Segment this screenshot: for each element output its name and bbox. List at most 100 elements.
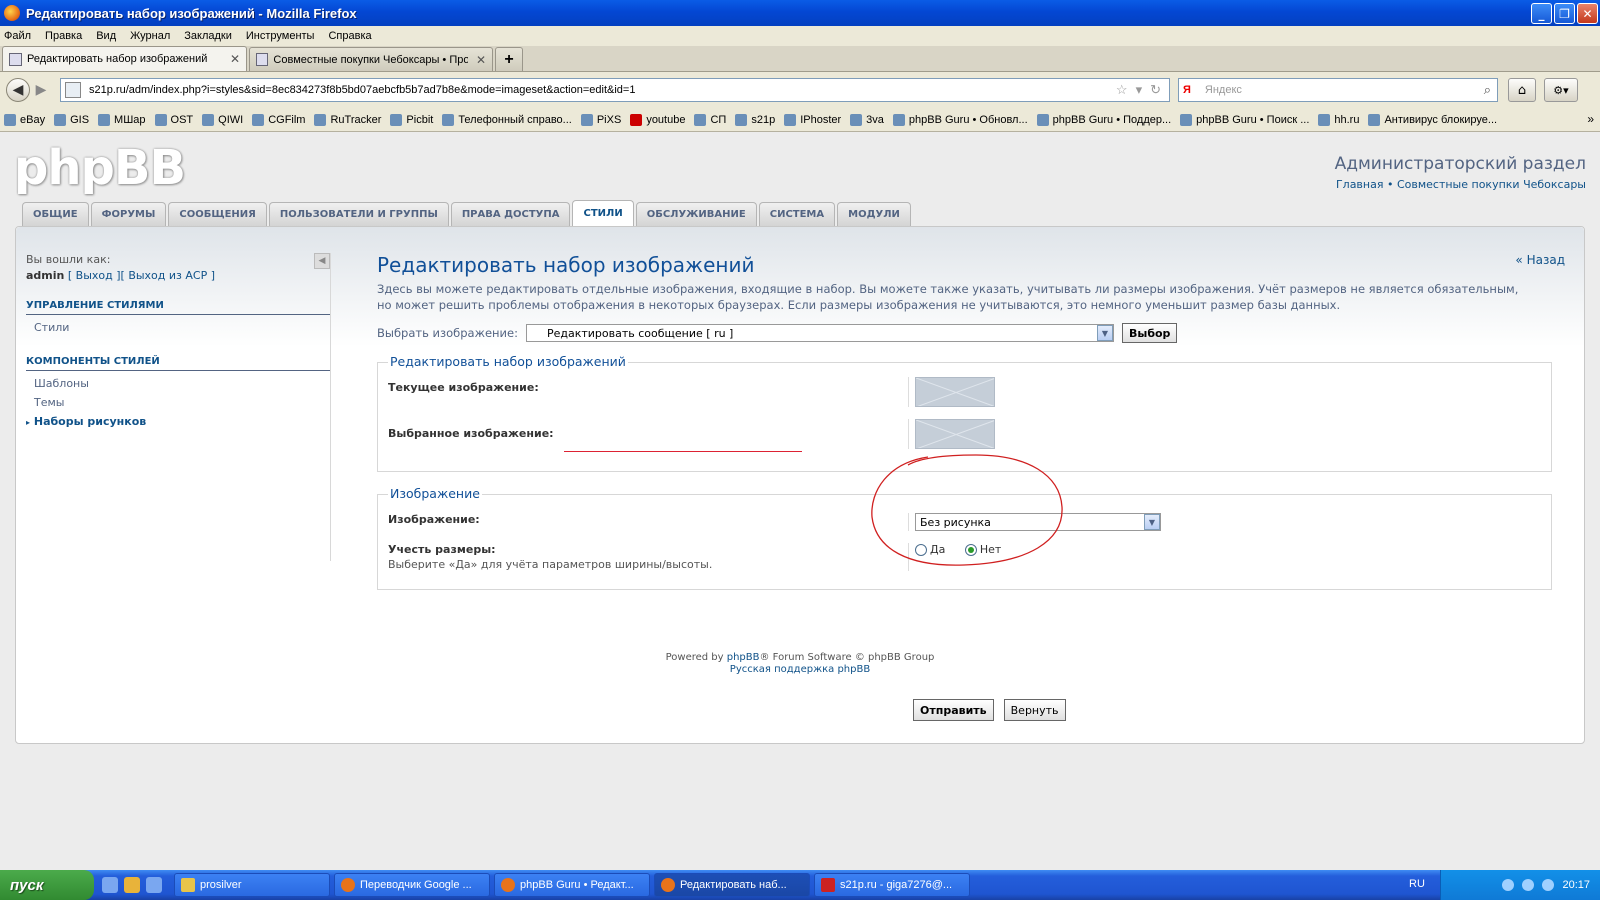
tray-icon[interactable] <box>1542 879 1555 891</box>
tab-maintenance[interactable]: Обслуживание <box>635 202 757 226</box>
submit-button[interactable]: Отправить <box>913 699 994 721</box>
address-bar[interactable]: s21p.ru/adm/index.php?i=styles&sid=8ec83… <box>60 78 1170 102</box>
forum-link[interactable]: Совместные покупки Чебоксары <box>1397 178 1586 191</box>
select-button[interactable]: Выбор <box>1121 323 1178 343</box>
menu-file[interactable]: Файл <box>4 30 31 42</box>
tab-close-icon[interactable]: ✕ <box>468 53 486 67</box>
home-link[interactable]: Главная <box>1336 178 1384 191</box>
quick-launch <box>102 877 162 893</box>
tab-users-groups[interactable]: Пользователи и группы <box>268 202 449 226</box>
back-arrow-icon[interactable]: ◀ <box>6 78 30 102</box>
collapse-sidebar-icon[interactable]: ◀ <box>314 253 330 269</box>
bookmark-item[interactable]: QIWI <box>202 113 243 126</box>
addons-icon[interactable]: ⚙▾ <box>1544 78 1578 102</box>
taskbar-item[interactable]: phpBB Guru • Редакт... <box>494 873 650 897</box>
search-input[interactable]: Яндекс <box>1205 84 1484 96</box>
minimize-button[interactable]: _ <box>1531 3 1552 24</box>
bookmark-icon <box>735 113 748 126</box>
bookmark-item[interactable]: МШар <box>98 113 146 126</box>
bookmark-icon <box>1036 113 1049 126</box>
radio-icon[interactable] <box>915 543 927 556</box>
menu-tools[interactable]: Инструменты <box>246 30 315 42</box>
tab-forums[interactable]: Форумы <box>90 202 167 226</box>
desktop-icon[interactable] <box>146 877 162 893</box>
reload-icon[interactable]: ↻ <box>1150 82 1161 98</box>
bookmark-item[interactable]: hh.ru <box>1318 113 1359 126</box>
browser-tab[interactable]: Совместные покупки Чебоксары • Про... ✕ <box>249 47 493 71</box>
radio-checked-icon[interactable] <box>964 543 977 556</box>
bookmark-item[interactable]: RuTracker <box>314 113 381 126</box>
bookmark-item[interactable]: Телефонный справо... <box>442 113 572 126</box>
bookmark-item[interactable]: 3va <box>850 113 884 126</box>
menu-edit[interactable]: Правка <box>45 30 82 42</box>
menu-view[interactable]: Вид <box>96 30 116 42</box>
url-text[interactable]: s21p.ru/adm/index.php?i=styles&sid=8ec83… <box>89 84 1116 96</box>
bookmark-item[interactable]: eBay <box>4 113 45 126</box>
image-dropdown[interactable]: Без рисунка ▼ <box>915 513 1161 531</box>
home-icon[interactable]: ⌂ <box>1508 78 1536 102</box>
chrome-icon[interactable] <box>124 877 140 893</box>
tab-styles[interactable]: Стили <box>572 200 634 226</box>
back-link[interactable]: « Назад <box>1515 253 1565 267</box>
start-button[interactable]: пуск <box>0 870 94 900</box>
image-select-dropdown[interactable]: Редактировать сообщение [ ru ] ▼ <box>525 324 1114 342</box>
tab-permissions[interactable]: Права доступа <box>450 202 571 226</box>
tab-modules[interactable]: Модули <box>837 202 911 226</box>
username[interactable]: admin <box>26 269 64 282</box>
site-identity-icon[interactable] <box>65 82 81 98</box>
sidebar-item-imagesets[interactable]: ▸ Наборы рисунков <box>26 415 330 428</box>
tab-system[interactable]: Система <box>758 202 836 226</box>
russian-support-link[interactable]: Русская поддержка phpBB <box>730 664 870 675</box>
bookmark-item[interactable]: Антивирус блокируе... <box>1368 113 1497 126</box>
bookmark-item[interactable]: OST <box>154 113 193 126</box>
sidebar-item-styles[interactable]: Стили <box>26 321 330 334</box>
phpbb-link[interactable]: phpBB <box>727 652 760 663</box>
bookmark-item[interactable]: youtube <box>630 113 685 126</box>
menu-bookmarks[interactable]: Закладки <box>184 30 232 42</box>
browser-tab-active[interactable]: Редактировать набор изображений ✕ <box>2 46 247 71</box>
bookmarks-overflow-icon[interactable]: » <box>1587 112 1594 126</box>
language-indicator[interactable]: RU <box>1409 878 1425 890</box>
bookmark-item[interactable]: phpBB Guru • Поиск ... <box>1180 113 1309 126</box>
tab-posting[interactable]: Сообщения <box>168 202 267 226</box>
new-tab-button[interactable]: + <box>495 47 523 71</box>
search-icon[interactable]: ⌕ <box>1484 82 1491 98</box>
yandex-icon[interactable]: Я <box>1183 84 1191 96</box>
dropdown-arrow-icon[interactable]: ▾ <box>1136 82 1143 98</box>
chevron-down-icon[interactable]: ▼ <box>1144 514 1160 530</box>
menu-help[interactable]: Справка <box>328 30 371 42</box>
bookmark-item[interactable]: GIS <box>54 113 89 126</box>
reset-button[interactable]: Вернуть <box>1003 699 1066 721</box>
search-box[interactable]: Я Яндекс ⌕ <box>1178 78 1498 102</box>
maximize-button[interactable]: ❐ <box>1554 3 1575 24</box>
sizes-no-radio[interactable]: Нет <box>964 543 1001 556</box>
forward-arrow-icon[interactable]: ▶ <box>32 81 50 99</box>
bookmark-item[interactable]: IPhoster <box>784 113 841 126</box>
bookmark-item[interactable]: CGFilm <box>252 113 305 126</box>
tab-close-icon[interactable]: ✕ <box>222 52 240 66</box>
sidebar-item-themes[interactable]: Темы <box>26 396 330 409</box>
bookmark-item[interactable]: Picbit <box>390 113 433 126</box>
menu-history[interactable]: Журнал <box>130 30 170 42</box>
phpbb-logo[interactable]: phpBB <box>14 140 186 196</box>
bookmark-star-icon[interactable]: ☆ <box>1116 82 1128 98</box>
tab-general[interactable]: Общие <box>22 202 89 226</box>
chevron-down-icon[interactable]: ▼ <box>1096 325 1113 341</box>
logout-acp-link[interactable]: [ Выход из АСР ] <box>121 269 215 282</box>
taskbar-item-active[interactable]: Редактировать наб... <box>654 873 810 897</box>
bookmark-item[interactable]: PiXS <box>580 113 621 126</box>
bookmark-item[interactable]: СП <box>694 113 726 126</box>
taskbar-item[interactable]: Переводчик Google ... <box>334 873 490 897</box>
bookmark-item[interactable]: s21p <box>735 113 775 126</box>
bookmark-item[interactable]: phpBB Guru • Обновл... <box>892 113 1028 126</box>
tray-icon[interactable] <box>1502 879 1515 891</box>
sidebar-item-templates[interactable]: Шаблоны <box>26 377 330 390</box>
ie-icon[interactable] <box>102 877 118 893</box>
sizes-yes-radio[interactable]: Да <box>915 543 945 556</box>
bookmark-item[interactable]: phpBB Guru • Поддер... <box>1036 113 1171 126</box>
close-button[interactable]: ✕ <box>1577 3 1598 24</box>
taskbar-item[interactable]: prosilver <box>174 873 330 897</box>
taskbar-item[interactable]: s21p.ru - giga7276@... <box>814 873 970 897</box>
tray-icon[interactable] <box>1522 879 1535 891</box>
logout-link[interactable]: [ Выход ] <box>68 269 121 282</box>
